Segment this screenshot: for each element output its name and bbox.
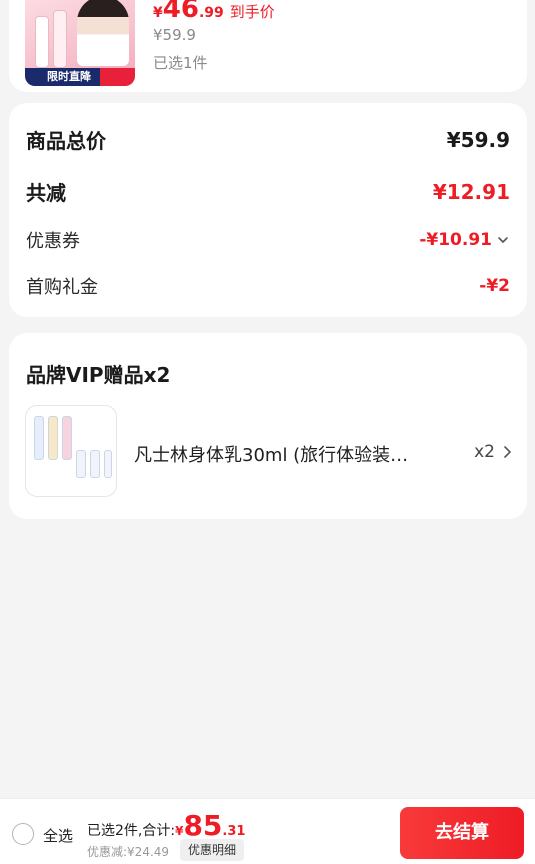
vip-gift-title: 品牌VIP赠品x2 <box>26 363 171 387</box>
order-total-amount: 85 <box>183 809 223 842</box>
reduction-row: 共减 ¥12.91 <box>26 177 510 206</box>
coupon-value-wrap[interactable]: -¥10.91 <box>419 230 510 250</box>
first-purchase-gift-value: -¥2 <box>479 276 510 296</box>
original-price: ¥59.9 <box>153 26 196 44</box>
product-price: ¥46.99 到手价 <box>153 0 275 24</box>
gift-tube-graphic <box>48 416 58 460</box>
chevron-down-icon[interactable] <box>496 233 510 247</box>
order-total-label: 已选2件,合计: <box>87 823 176 839</box>
coupon-label: 优惠券 <box>26 231 80 252</box>
gift-tube-graphic <box>34 416 44 460</box>
product-model-graphic <box>77 0 129 66</box>
product-bottle-graphic <box>53 10 67 68</box>
total-price-value: ¥59.9 <box>446 127 510 152</box>
product-card[interactable]: 限时直降 ¥46.99 到手价 ¥59.9 已选1件 <box>9 0 527 92</box>
gift-bottle-graphic <box>76 450 86 478</box>
order-total: 已选2件,合计:¥85.31 <box>87 809 246 842</box>
checkout-button[interactable]: 去结算 <box>400 807 524 859</box>
gift-bottle-graphic <box>104 450 112 478</box>
gift-bottle-graphic <box>90 450 100 478</box>
reduction-value: ¥12.91 <box>432 179 510 204</box>
total-price-label: 商品总价 <box>26 129 106 153</box>
gift-name[interactable]: 凡士林身体乳30ml (旅行体验装… <box>134 441 434 467</box>
discount-detail-button[interactable]: 优惠明细 <box>180 839 245 861</box>
select-all-label[interactable]: 全选 <box>43 825 73 846</box>
selected-count: 已选1件 <box>153 54 208 72</box>
product-image[interactable]: 限时直降 <box>25 0 135 86</box>
reduction-label: 共减 <box>26 181 66 205</box>
coupon-value: -¥10.91 <box>419 230 492 250</box>
gift-tube-graphic <box>62 416 72 460</box>
select-all-checkbox[interactable] <box>12 823 34 845</box>
price-tag: 到手价 <box>229 3 275 21</box>
total-price-row: 商品总价 ¥59.9 <box>26 125 510 154</box>
chevron-right-icon[interactable] <box>501 445 513 459</box>
checkout-bar: 全选 已选2件,合计:¥85.31 优惠减:¥24.49 优惠明细 去结算 <box>0 798 535 864</box>
coupon-row[interactable]: 优惠券 -¥10.91 <box>26 227 510 253</box>
price-summary-card: 商品总价 ¥59.9 共减 ¥12.91 优惠券 -¥10.91 首购礼金 -¥… <box>9 103 527 317</box>
first-purchase-gift-row: 首购礼金 -¥2 <box>26 273 510 299</box>
gift-quantity: x2 <box>474 442 495 462</box>
gift-image[interactable] <box>25 405 117 497</box>
product-bottle-graphic <box>35 16 49 68</box>
first-purchase-gift-label: 首购礼金 <box>26 277 98 298</box>
discount-total: 优惠减:¥24.49 <box>87 845 170 859</box>
vip-gift-card: 品牌VIP赠品x2 凡士林身体乳30ml (旅行体验装… x2 <box>9 333 527 519</box>
thumb-promo-banner: 限时直降 <box>25 68 135 86</box>
